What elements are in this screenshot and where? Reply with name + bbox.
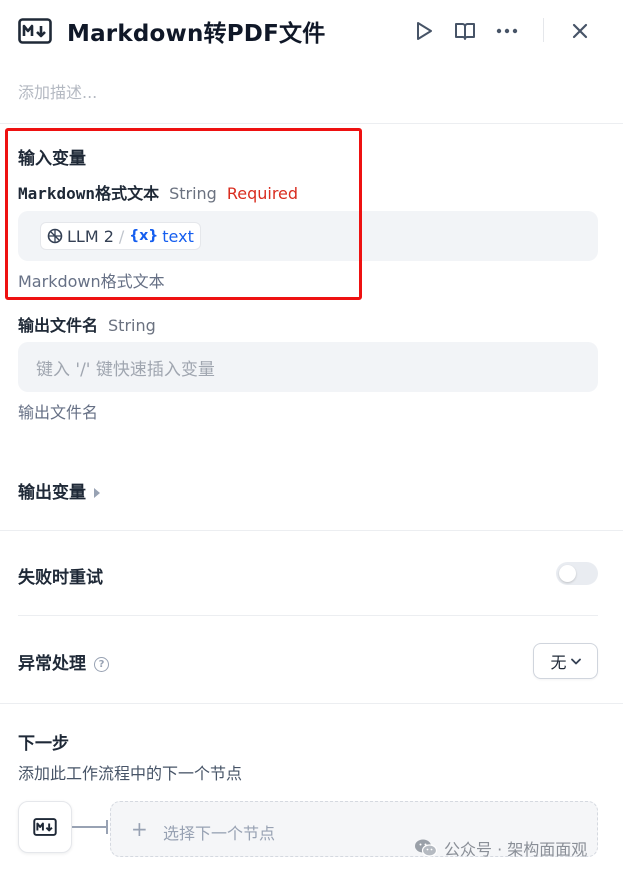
description-input[interactable]: 添加描述... — [18, 79, 97, 103]
next-step-title: 下一步 — [18, 734, 69, 754]
output-filename-input[interactable]: 键入 '/' 键快速插入变量 — [18, 342, 598, 392]
wechat-icon — [415, 839, 438, 857]
markdown-icon — [33, 818, 57, 836]
panel-header: Markdown转PDF文件 — [0, 0, 623, 62]
input-placeholder: 键入 '/' 键快速插入变量 — [36, 360, 215, 380]
retry-toggle[interactable] — [556, 562, 598, 585]
retry-on-failure-title: 失败时重试 — [18, 568, 103, 588]
book-icon — [455, 23, 475, 40]
watermark-text: 公众号 · 架构面面观 — [444, 840, 588, 859]
more-button[interactable] — [494, 17, 520, 45]
select-next-node-label: 选择下一个节点 — [163, 824, 276, 843]
header-divider — [543, 18, 544, 42]
highlight-annotation-box — [5, 128, 362, 300]
node-connector — [72, 826, 108, 828]
close-icon — [572, 23, 588, 39]
more-icon — [496, 28, 518, 34]
chevron-down-icon — [570, 658, 581, 664]
run-button[interactable] — [411, 17, 437, 45]
plus-icon: + — [131, 817, 148, 841]
next-step-description: 添加此工作流程中的下一个节点 — [18, 764, 243, 783]
divider — [18, 615, 598, 616]
output-filename-hint: 输出文件名 — [18, 403, 99, 422]
help-icon[interactable]: ? — [94, 656, 109, 672]
current-node-badge — [18, 801, 72, 853]
close-button[interactable] — [567, 17, 593, 45]
markdown-icon — [18, 18, 52, 44]
docs-button[interactable] — [452, 17, 478, 45]
error-handling-select[interactable]: 无 — [533, 643, 598, 679]
output-filename-label: 输出文件名 String — [18, 312, 156, 336]
divider — [0, 530, 623, 531]
divider — [0, 123, 623, 124]
caret-right-icon — [94, 488, 100, 498]
output-variables-title: 输出变量 — [18, 483, 86, 503]
variable-type: String — [108, 316, 156, 335]
variable-name: 输出文件名 — [18, 316, 99, 335]
divider — [0, 703, 623, 704]
node-title: Markdown转PDF文件 — [67, 21, 326, 47]
output-variables-toggle[interactable]: 输出变量 — [18, 478, 100, 503]
play-icon — [417, 22, 432, 40]
error-handling-label: 异常处理 — [18, 654, 86, 674]
select-value: 无 — [550, 653, 567, 672]
node-connector-cap — [106, 820, 108, 834]
toggle-knob — [559, 565, 576, 582]
watermark: 公众号 · 架构面面观 — [414, 836, 587, 860]
error-handling-title: 异常处理? — [18, 649, 109, 674]
